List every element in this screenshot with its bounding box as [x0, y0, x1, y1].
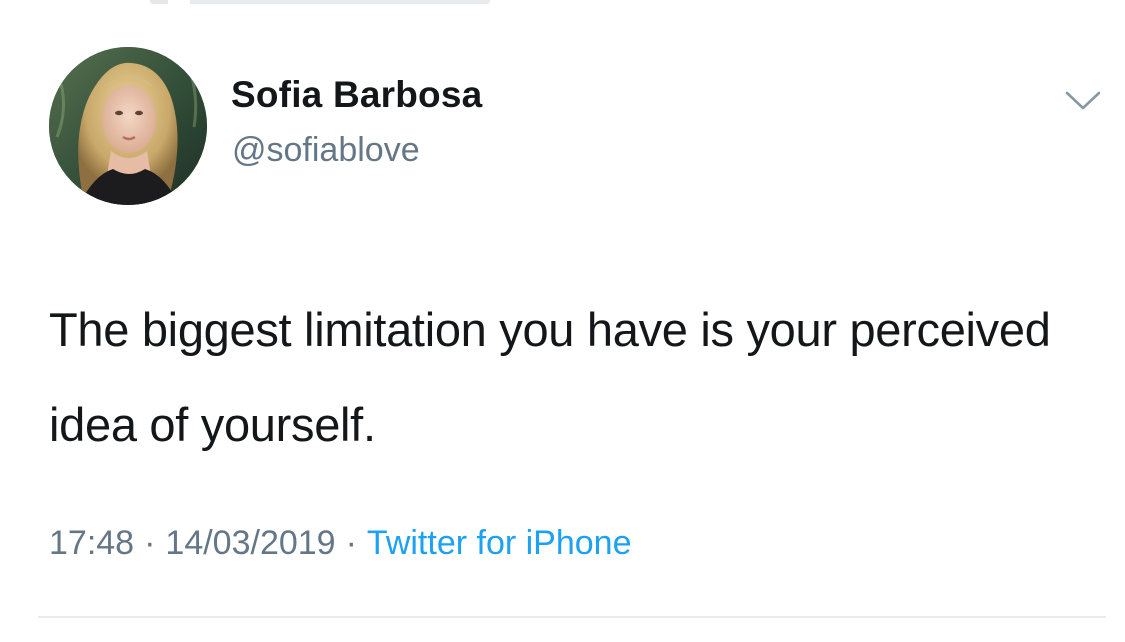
- author-display-name[interactable]: Sofia Barbosa: [231, 74, 482, 116]
- meta-separator: ·: [345, 524, 357, 562]
- meta-separator: ·: [144, 524, 156, 562]
- tweet-time[interactable]: 17:48: [49, 524, 134, 562]
- profile-photo: [49, 47, 207, 205]
- divider: [38, 616, 1106, 618]
- avatar[interactable]: [49, 47, 207, 205]
- tweet-detail: Sofia Barbosa @sofiablove The biggest li…: [0, 0, 1125, 642]
- tweet-metadata: 17:48 · 14/03/2019 · Twitter for iPhone: [49, 524, 631, 563]
- author-handle[interactable]: @sofiablove: [232, 131, 420, 170]
- tweet-text: The biggest limitation you have is your …: [49, 303, 1051, 451]
- chevron-down-icon[interactable]: [1063, 86, 1103, 116]
- tweet-source-link[interactable]: Twitter for iPhone: [367, 524, 632, 562]
- tweet-date[interactable]: 14/03/2019: [165, 524, 335, 562]
- previous-item-edge: [150, 0, 490, 4]
